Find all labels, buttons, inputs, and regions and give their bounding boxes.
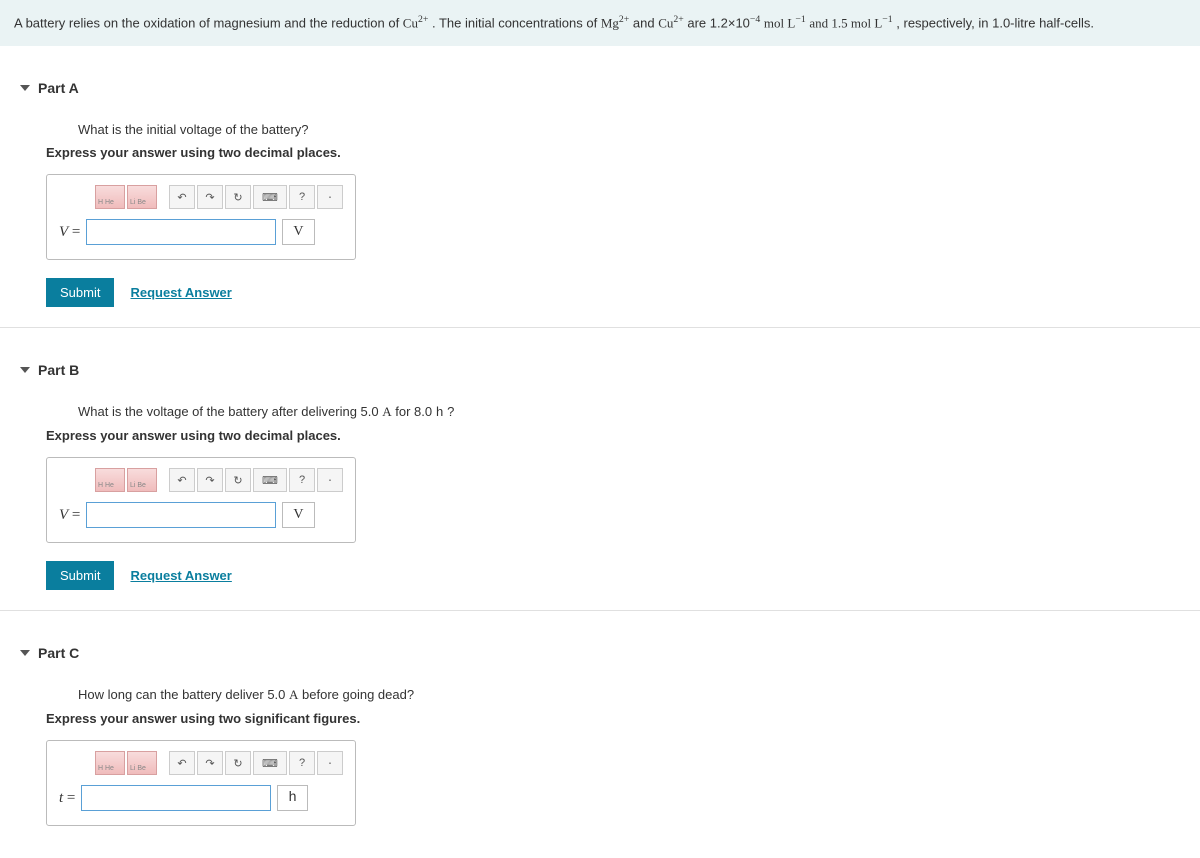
help-icon[interactable]: ? — [289, 185, 315, 209]
exp-neg1: −1 — [795, 14, 805, 25]
submit-button-a[interactable]: Submit — [46, 278, 114, 307]
part-c-body: How long can the battery deliver 5.0 A b… — [0, 665, 1200, 848]
toolbar-c: H He Li Be ↶ ↷ ↻ ⌨ ? ⋅ — [59, 751, 343, 775]
answer-box-a: H He Li Be ↶ ↷ ↻ ⌨ ? ⋅ V = V — [46, 174, 356, 260]
part-b-question: What is the voltage of the battery after… — [78, 404, 1154, 420]
periodic-table-icon-2[interactable]: Li Be — [127, 185, 157, 209]
mg-symbol: Mg — [601, 15, 619, 30]
problem-text: . The initial concentrations of — [432, 15, 601, 30]
divider — [0, 610, 1200, 611]
unit-a: V — [282, 219, 314, 245]
exp-neg1-b: −1 — [882, 14, 892, 25]
divider — [0, 327, 1200, 328]
reset-icon[interactable]: ↻ — [225, 185, 251, 209]
submit-row-a: Submit Request Answer — [46, 278, 1154, 307]
more-icon[interactable]: ⋅ — [317, 185, 343, 209]
unit-c: h — [277, 785, 307, 811]
part-b-section: Part B What is the voltage of the batter… — [0, 358, 1200, 600]
toolbar-b: H He Li Be ↶ ↷ ↻ ⌨ ? ⋅ — [59, 468, 343, 492]
answer-box-b: H He Li Be ↶ ↷ ↻ ⌨ ? ⋅ V = V — [46, 457, 356, 543]
redo-icon[interactable]: ↷ — [197, 468, 223, 492]
chevron-down-icon — [20, 367, 30, 373]
chevron-down-icon — [20, 85, 30, 91]
problem-text: and — [633, 15, 658, 30]
part-a-body: What is the initial voltage of the batte… — [0, 100, 1200, 317]
request-answer-link-b[interactable]: Request Answer — [130, 568, 231, 583]
exp-neg4: −4 — [750, 14, 760, 25]
part-b-title: Part B — [38, 362, 79, 378]
submit-row-b: Submit Request Answer — [46, 561, 1154, 590]
part-b-body: What is the voltage of the battery after… — [0, 382, 1200, 600]
periodic-table-icon[interactable]: H He — [95, 468, 125, 492]
var-label-b: V = — [59, 507, 80, 524]
redo-icon[interactable]: ↷ — [197, 185, 223, 209]
periodic-table-icon[interactable]: H He — [95, 751, 125, 775]
answer-input-b[interactable] — [86, 502, 276, 528]
undo-icon[interactable]: ↶ — [169, 185, 195, 209]
reset-icon[interactable]: ↻ — [225, 751, 251, 775]
answer-row-a: V = V — [59, 219, 343, 245]
reset-icon[interactable]: ↻ — [225, 468, 251, 492]
var-label-c: t = — [59, 790, 75, 807]
answer-input-c[interactable] — [81, 785, 271, 811]
keyboard-icon[interactable]: ⌨ — [253, 751, 287, 775]
part-b-header[interactable]: Part B — [0, 358, 1200, 382]
submit-button-b[interactable]: Submit — [46, 561, 114, 590]
more-icon[interactable]: ⋅ — [317, 468, 343, 492]
unit-text: and 1.5 mol L — [809, 15, 882, 30]
unit-text: mol L — [764, 15, 795, 30]
part-c-title: Part C — [38, 645, 79, 661]
redo-icon[interactable]: ↷ — [197, 751, 223, 775]
chevron-down-icon — [20, 650, 30, 656]
toolbar-a: H He Li Be ↶ ↷ ↻ ⌨ ? ⋅ — [59, 185, 343, 209]
periodic-table-icon[interactable]: H He — [95, 185, 125, 209]
more-icon[interactable]: ⋅ — [317, 751, 343, 775]
part-c-section: Part C How long can the battery deliver … — [0, 641, 1200, 848]
answer-row-c: t = h — [59, 785, 343, 811]
part-c-instruction: Express your answer using two significan… — [46, 711, 1154, 726]
undo-icon[interactable]: ↶ — [169, 751, 195, 775]
answer-box-c: H He Li Be ↶ ↷ ↻ ⌨ ? ⋅ t = h — [46, 740, 356, 826]
problem-text: , respectively, in 1.0-litre half-cells. — [896, 15, 1094, 30]
problem-text: A battery relies on the oxidation of mag… — [14, 15, 403, 30]
cu-charge: 2+ — [418, 14, 428, 25]
undo-icon[interactable]: ↶ — [169, 468, 195, 492]
part-a-header[interactable]: Part A — [0, 76, 1200, 100]
part-c-question: How long can the battery deliver 5.0 A b… — [78, 687, 1154, 703]
part-a-instruction: Express your answer using two decimal pl… — [46, 145, 1154, 160]
answer-input-a[interactable] — [86, 219, 276, 245]
request-answer-link-a[interactable]: Request Answer — [130, 285, 231, 300]
part-b-instruction: Express your answer using two decimal pl… — [46, 428, 1154, 443]
periodic-table-icon-2[interactable]: Li Be — [127, 468, 157, 492]
cu-charge-2: 2+ — [673, 14, 683, 25]
part-a-question: What is the initial voltage of the batte… — [78, 122, 1154, 137]
cu-symbol: Cu — [403, 15, 418, 30]
keyboard-icon[interactable]: ⌨ — [253, 185, 287, 209]
unit-b: V — [282, 502, 314, 528]
problem-statement: A battery relies on the oxidation of mag… — [0, 0, 1200, 46]
problem-text: are 1.2×10 — [687, 15, 750, 30]
cu-symbol-2: Cu — [658, 15, 673, 30]
part-c-header[interactable]: Part C — [0, 641, 1200, 665]
var-label-a: V = — [59, 224, 80, 241]
mg-charge: 2+ — [619, 14, 629, 25]
part-a-section: Part A What is the initial voltage of th… — [0, 76, 1200, 317]
answer-row-b: V = V — [59, 502, 343, 528]
part-a-title: Part A — [38, 80, 79, 96]
help-icon[interactable]: ? — [289, 468, 315, 492]
help-icon[interactable]: ? — [289, 751, 315, 775]
keyboard-icon[interactable]: ⌨ — [253, 468, 287, 492]
periodic-table-icon-2[interactable]: Li Be — [127, 751, 157, 775]
